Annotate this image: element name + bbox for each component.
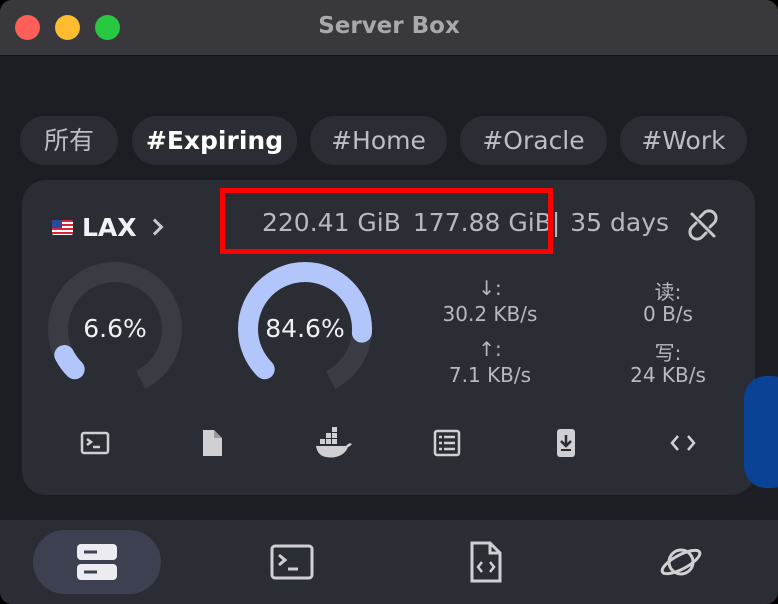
app-window: Server Box 所有 #Expiring #Home #Oracle #W… <box>0 0 778 604</box>
process-list-icon[interactable] <box>430 426 464 460</box>
memory-gauge[interactable]: 84.6% <box>238 262 372 396</box>
nav-servers[interactable] <box>33 530 161 594</box>
net-down-value: 30.2 KB/s <box>442 302 538 326</box>
cpu-gauge[interactable]: 6.6% <box>48 262 182 396</box>
net-up-label: ↑: <box>478 337 502 361</box>
code-icon[interactable] <box>666 426 700 460</box>
memory-percent: 84.6% <box>265 314 345 343</box>
terminal-icon <box>270 544 314 580</box>
chevron-right-icon <box>149 217 163 237</box>
cpu-percent: 6.6% <box>83 314 147 343</box>
snippet-icon <box>470 541 502 583</box>
window-title: Server Box <box>318 13 460 39</box>
planet-icon <box>660 548 702 576</box>
nav-snippets[interactable] <box>422 530 550 594</box>
disk-read-stat: 读: 0 B/s <box>608 276 728 326</box>
server-title[interactable]: LAX <box>52 210 163 244</box>
expiry-days: 35 days <box>570 208 670 237</box>
net-down-label: ↓: <box>478 276 502 300</box>
tag-all[interactable]: 所有 <box>20 116 118 165</box>
bottom-nav <box>0 520 778 604</box>
terminal-icon[interactable] <box>78 426 112 460</box>
disk-read-label: 读: <box>654 280 682 304</box>
us-flag-icon <box>52 219 73 235</box>
tag-oracle[interactable]: #Oracle <box>460 116 607 165</box>
side-action-button[interactable] <box>744 376 778 488</box>
tag-bar: 所有 #Expiring #Home #Oracle #Work <box>20 116 778 166</box>
highlight-box <box>220 188 553 254</box>
unlink-icon[interactable] <box>686 208 720 242</box>
download-icon[interactable] <box>549 426 583 460</box>
disk-write-stat: 写: 24 KB/s <box>608 337 728 387</box>
net-down-stat: ↓: 30.2 KB/s <box>430 276 550 326</box>
docker-icon[interactable] <box>314 426 354 460</box>
server-icon <box>77 544 117 580</box>
disk-write-value: 24 KB/s <box>630 363 706 387</box>
net-up-value: 7.1 KB/s <box>448 363 532 387</box>
disk-read-value: 0 B/s <box>643 302 693 326</box>
nav-terminal[interactable] <box>228 530 356 594</box>
disk-write-label: 写: <box>654 341 682 365</box>
tag-expiring[interactable]: #Expiring <box>132 116 297 165</box>
traffic-separator: | <box>551 208 561 237</box>
title-bar: Server Box <box>0 0 778 56</box>
server-card[interactable]: LAX 220.41 GiB 177.88 GiB | 35 days 6.6% <box>22 180 755 495</box>
server-name: LAX <box>82 212 137 242</box>
nav-explore[interactable] <box>617 530 745 594</box>
tag-home[interactable]: #Home <box>310 116 447 165</box>
net-up-stat: ↑: 7.1 KB/s <box>430 337 550 387</box>
tag-work[interactable]: #Work <box>620 116 747 165</box>
file-icon[interactable] <box>195 426 229 460</box>
